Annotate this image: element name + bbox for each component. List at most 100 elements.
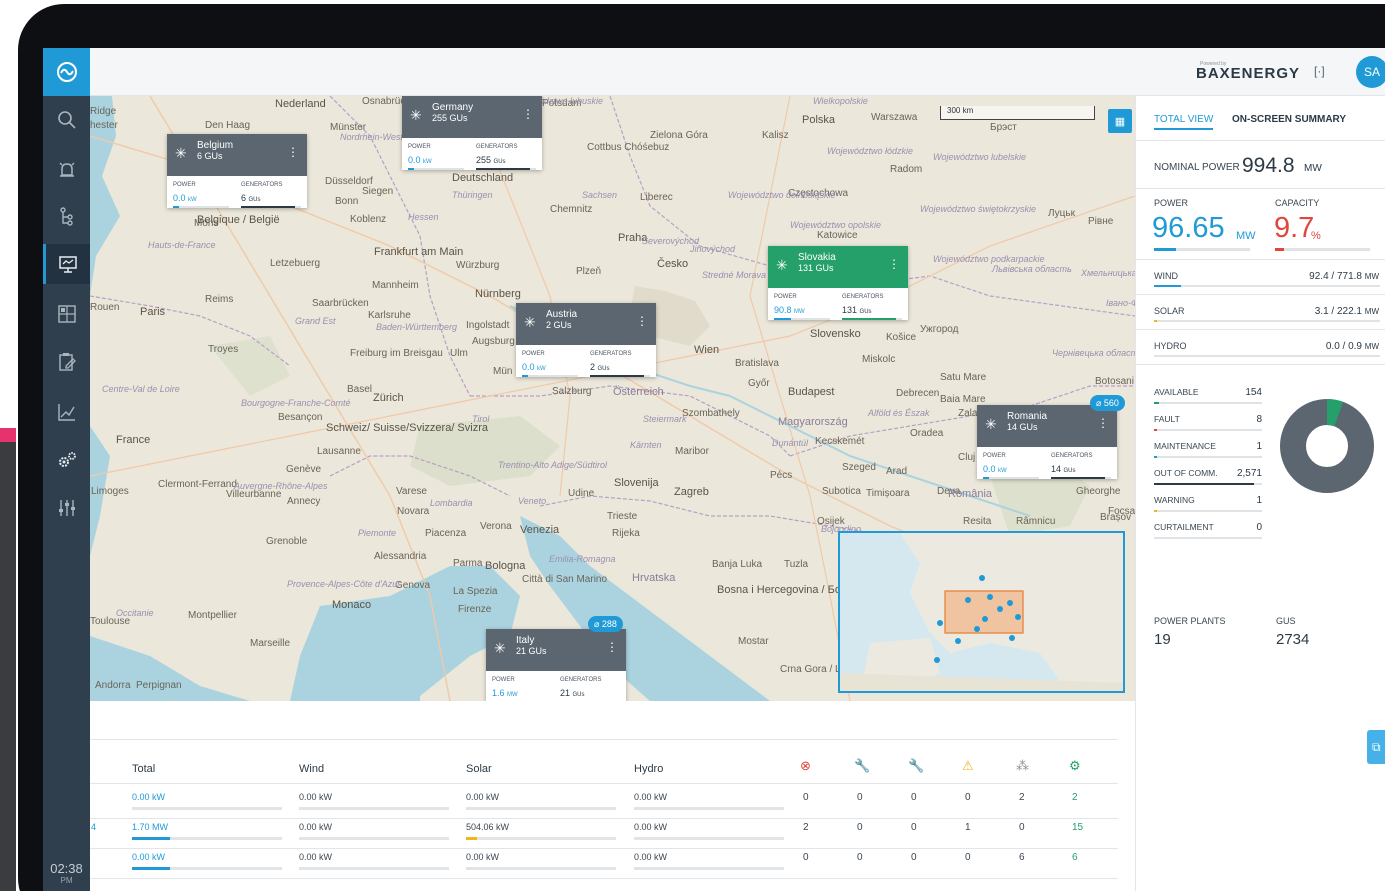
map-label: Baia Mare — [940, 394, 986, 405]
card-power-bar — [522, 375, 578, 377]
source-bar — [1154, 285, 1380, 287]
map-label: Montpellier — [188, 610, 237, 621]
tab-on-screen-summary[interactable]: ON-SCREEN SUMMARY — [1232, 114, 1346, 125]
map-label: Zürich — [373, 392, 404, 404]
wrench-icon[interactable]: 🔧 — [854, 758, 870, 774]
map-label: Genève — [286, 464, 322, 475]
table-row[interactable]: 0.00 kW 0.00 kW 0.00 kW 0.00 kW 0 0 0 0 2 2 — [90, 790, 1118, 820]
col-header-total[interactable]: Total — [132, 763, 155, 775]
cluster-pill-560[interactable]: ⌀ 560 — [1090, 395, 1125, 411]
cell-hydro-bar — [634, 807, 784, 810]
map-label: Хмельницька область — [1081, 268, 1135, 278]
country-card-austria[interactable]: ✳ Austria 2 GUs ⋮ POWER GENERATORS 0.0 kW 2 GUs — [516, 303, 656, 377]
map-label: Verona — [480, 521, 512, 532]
map-label: Львівська область — [992, 264, 1072, 274]
map-view[interactable]: Nederland Osnabrück Potsdam Polska Warszawa Б… — [90, 96, 1135, 701]
country-card-italy[interactable]: ✳ Italy 21 GUs ⋮ POWER GENERATORS 1.6 MW 21 GUs — [486, 629, 626, 701]
minimap[interactable] — [838, 531, 1125, 693]
map-label: Bratislava — [735, 358, 779, 369]
clock-time: 02:38 — [50, 861, 83, 876]
power-unit: MW — [1236, 230, 1256, 242]
export-icon[interactable]: ⧉ — [1367, 730, 1385, 764]
card-generators-value: 14 GUs — [1051, 464, 1076, 474]
app-logo-icon[interactable] — [43, 48, 90, 96]
country-card-belgium[interactable]: ✳ Belgium 6 GUs ⋮ POWER GENERATORS 0.0 kW 6 GUs — [167, 134, 307, 208]
sliders-icon[interactable] — [43, 488, 90, 528]
col-header-hydro[interactable]: Hydro — [634, 763, 663, 775]
status-count: 0 — [803, 852, 809, 863]
col-header-wind[interactable]: Wind — [299, 763, 324, 775]
tab-total-view[interactable]: TOTAL VIEW — [1154, 114, 1214, 130]
map-label: Paris — [140, 306, 166, 318]
capacity-bar — [1275, 248, 1370, 251]
source-unit: MW — [1364, 272, 1379, 281]
more-options-icon[interactable]: ⋮ — [888, 257, 900, 271]
card-power-value: 90.8 MW — [774, 305, 805, 315]
row-lead-number: 4 — [91, 822, 97, 832]
clipboard-edit-icon[interactable] — [43, 342, 90, 382]
card-power-unit: MW — [507, 692, 518, 698]
background-slab — [0, 442, 16, 891]
gears-icon[interactable] — [43, 440, 90, 480]
no-comm-icon[interactable]: ⁂ — [1016, 758, 1029, 774]
status-count: 1 — [965, 822, 971, 833]
dashboard-icon[interactable] — [43, 294, 90, 334]
table-row[interactable]: 0.00 kW 0.00 kW 0.00 kW 0.00 kW 0 0 0 0 6 6 — [90, 850, 1118, 880]
available-gear-icon[interactable]: ⚙ — [1069, 758, 1081, 774]
plants-table: Total Wind Solar Hydro ⊗ 🔧 🔧 ⚠ ⁂ ⚙ 0.00 kW 0.0… — [90, 701, 1135, 891]
cell-bar-fill — [132, 837, 170, 840]
more-options-icon[interactable]: ⋮ — [636, 314, 648, 328]
warning-icon[interactable]: ⚠ — [962, 758, 974, 774]
cell-total-bar — [132, 837, 282, 840]
monitor-icon[interactable] — [43, 244, 90, 284]
table-row[interactable]: 4 1.70 MW 0.00 kW 504.06 kW 0.00 kW 2 0 0 1 0 15 — [90, 820, 1118, 850]
grid-icon[interactable]: ▦ — [1108, 109, 1132, 133]
power-label: POWER — [774, 294, 797, 300]
hierarchy-icon[interactable] — [43, 196, 90, 236]
generators-label: GENERATORS — [241, 182, 283, 188]
search-icon[interactable] — [43, 100, 90, 140]
map-label: Grand Est — [295, 316, 336, 326]
more-options-icon[interactable]: ⋮ — [606, 640, 618, 654]
status-count: 0 — [911, 792, 917, 803]
row-divider — [90, 878, 1118, 879]
card-generators-unit: GUs — [572, 692, 585, 698]
map-label: Perpignan — [136, 680, 182, 691]
power-label: POWER — [1154, 198, 1189, 208]
map-label: Kecskemét — [815, 436, 865, 447]
fault-icon[interactable]: ⊗ — [800, 758, 811, 774]
more-options-icon[interactable]: ⋮ — [522, 107, 534, 121]
map-label: Trieste — [607, 511, 638, 522]
map-label: Bologna — [485, 560, 526, 572]
power-value: 96.65 — [1152, 212, 1225, 244]
map-label: Satu Mare — [940, 372, 987, 383]
cluster-pill-288[interactable]: ⌀ 288 — [588, 616, 623, 632]
map-label: Szeged — [842, 462, 876, 473]
card-power-bar-fill — [774, 318, 791, 320]
more-options-icon[interactable]: ⋮ — [287, 145, 299, 159]
fullscreen-icon[interactable]: [·] — [1314, 64, 1325, 78]
avatar[interactable]: SA — [1356, 56, 1385, 88]
map-label: Novara — [397, 506, 430, 517]
maintenance-wrench-icon[interactable]: 🔧 — [908, 758, 924, 774]
card-power-bar-fill — [408, 168, 414, 170]
map-label: Województwo łódzkie — [827, 146, 914, 156]
card-header: ✳ Romania 14 GUs ⋮ — [977, 405, 1117, 447]
power-plants-value: 19 — [1154, 631, 1171, 648]
more-options-icon[interactable]: ⋮ — [1097, 416, 1109, 430]
alarm-icon[interactable] — [43, 150, 90, 190]
clock: 02:38 PM — [43, 861, 90, 885]
country-card-germany[interactable]: ✳ Germany 255 GUs ⋮ POWER GENERATORS 0.0 kW 255… — [402, 96, 542, 170]
map-label: Ridge — [90, 106, 117, 117]
map-label: Deutschland — [452, 172, 514, 184]
map-label: Oradea — [910, 428, 944, 439]
country-card-romania[interactable]: ✳ Romania 14 GUs ⋮ POWER GENERATORS 0.0 kW 14 G… — [977, 405, 1117, 479]
divider — [1136, 364, 1385, 365]
col-header-solar[interactable]: Solar — [466, 763, 492, 775]
map-label: Provence-Alpes-Côte d'Azur — [287, 579, 401, 589]
power-bar-fill — [1154, 248, 1176, 251]
card-power-bar-fill — [173, 206, 179, 208]
nominal-power-unit: MW — [1304, 163, 1322, 174]
country-card-slovakia[interactable]: ✳ Slovakia 131 GUs ⋮ POWER GENERATORS 90.8 MW 1… — [768, 246, 908, 320]
chart-icon[interactable] — [43, 392, 90, 432]
